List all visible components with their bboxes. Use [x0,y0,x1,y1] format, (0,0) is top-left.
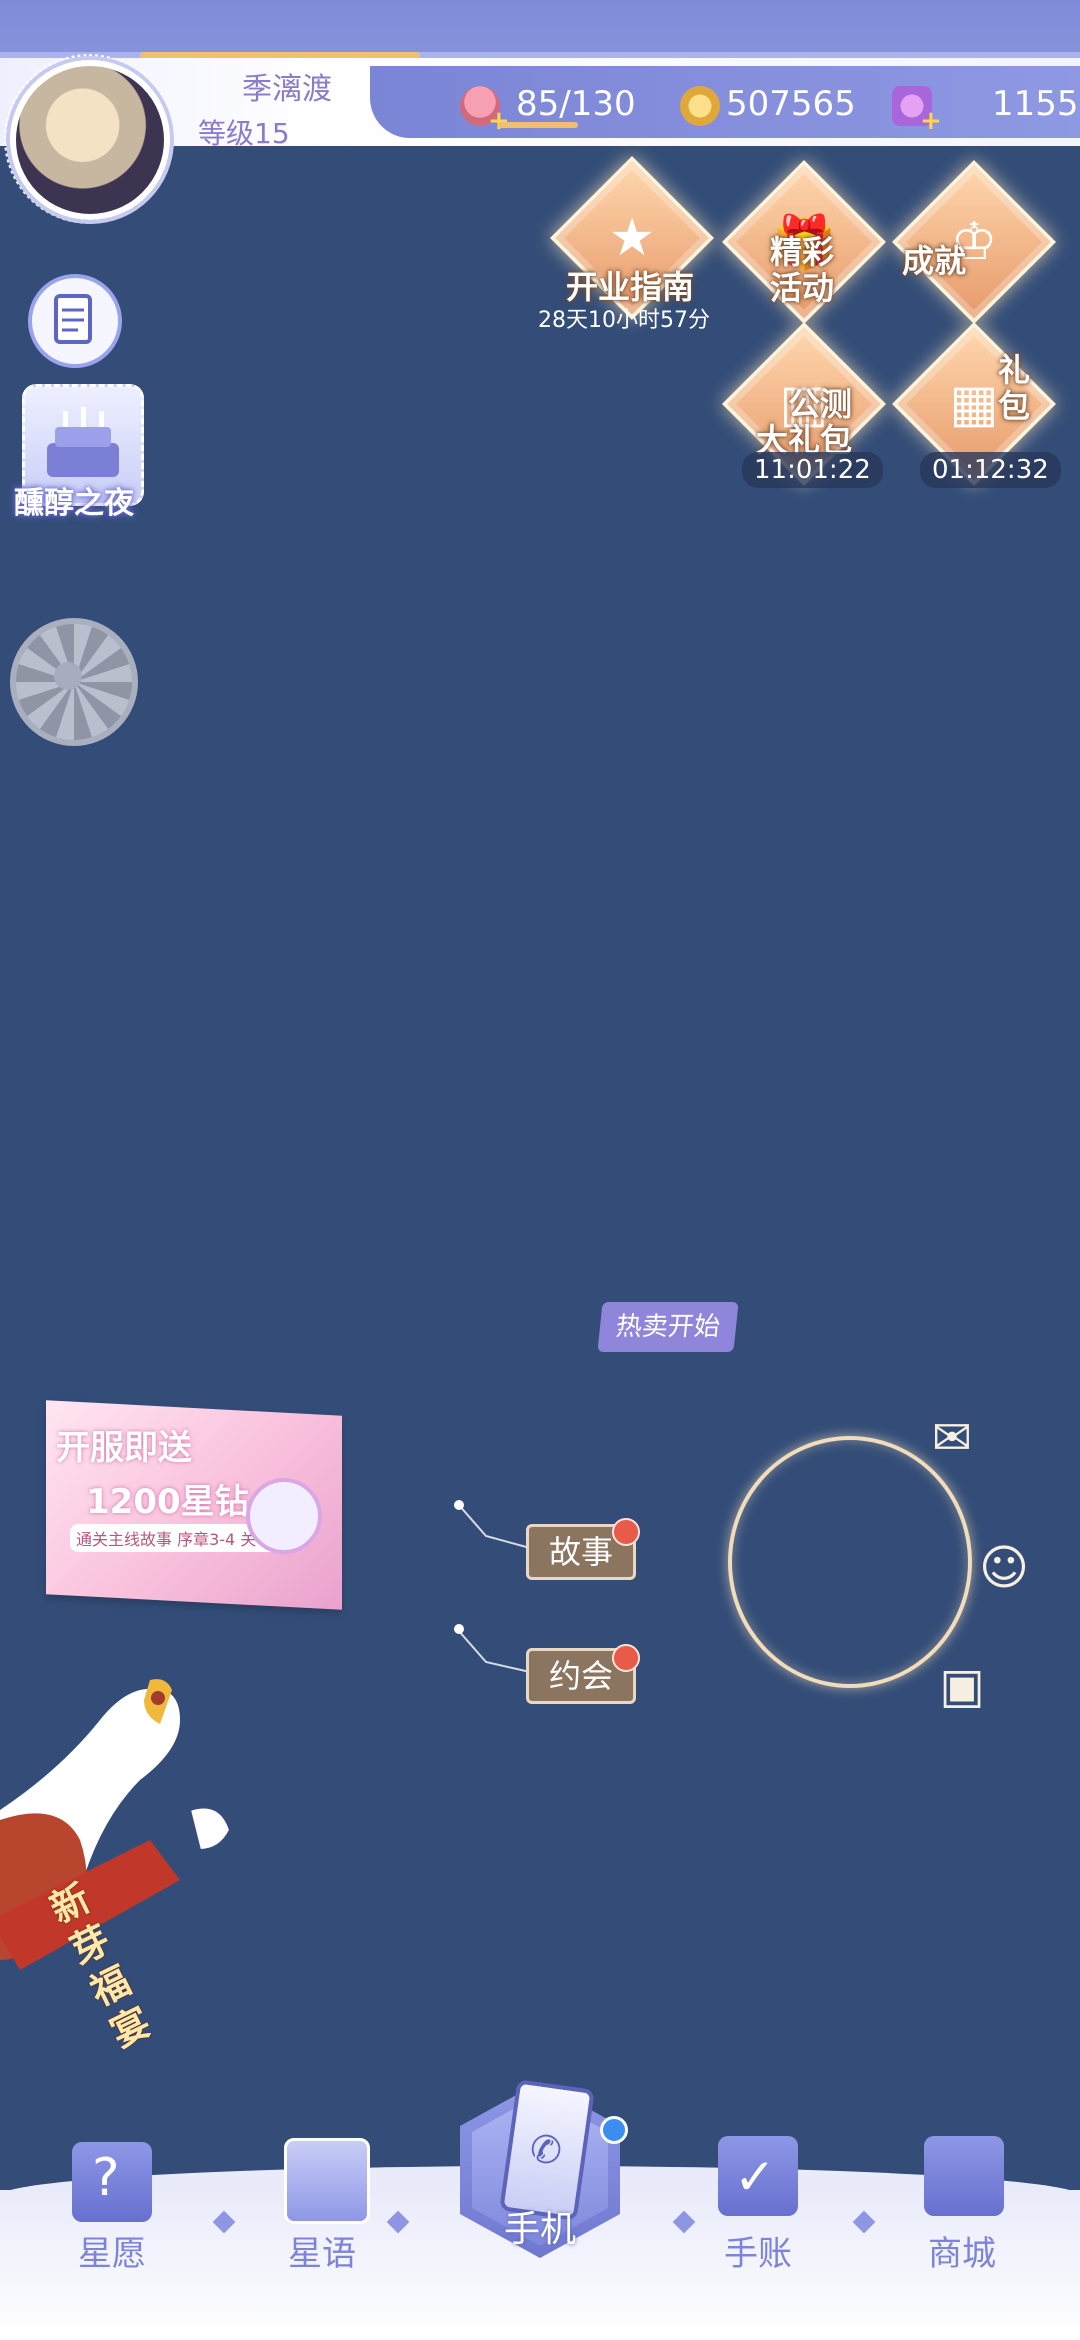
check-glyph: ✓ [734,2148,776,2206]
couple-icon[interactable]: ☺ [974,1538,1034,1598]
events-label: 精彩 活动 [770,233,835,307]
date-notification-dot [612,1644,640,1672]
stamina-value: 85/130 [516,84,636,124]
banner-reward: 1200星钻 [86,1482,249,1522]
gift-pack-timer: 01:12:32 [920,452,1061,488]
gem-value: 1155 [992,84,1079,124]
player-name: 季漓渡 [242,72,332,107]
phone-ring [728,1436,972,1688]
mail-icon[interactable]: ✉ [922,1408,982,1468]
story-notification-dot [612,1518,640,1546]
player-avatar[interactable] [10,60,170,220]
coin-value: 507565 [726,84,856,124]
add-gem-icon[interactable]: + [920,108,942,134]
memo-button[interactable] [28,274,122,368]
call-glyph: ✆ [527,2125,565,2174]
banner-title: 开服即送 [56,1428,192,1468]
gift-pack-label: 礼 包 [998,351,1031,425]
banner-swan-icon [246,1478,322,1554]
wish-star-icon[interactable]: ? [72,2142,152,2222]
node-dot [454,1500,464,1510]
nav-cards-label[interactable]: 星语 [262,2226,382,2275]
nav-wish-label[interactable]: 星愿 [52,2226,172,2275]
achievement-label: 成就 [902,242,967,280]
event-label: 醺醇之夜 [14,486,134,521]
memo-icon [54,294,92,344]
player-level: 等级15 [198,117,290,150]
shopping-bag-icon[interactable]: ▣ [932,1656,992,1716]
nav-phone-label[interactable]: 手机 [480,2200,600,2252]
hot-sale-bubble[interactable]: 热卖开始 [597,1302,739,1352]
launch-gift-timer: 11:01:22 [742,452,883,488]
spinner-icon[interactable] [10,618,138,746]
nav-journal-label[interactable]: 手账 [698,2226,818,2275]
stamina-bar [498,122,578,128]
cards-icon[interactable] [284,2138,370,2224]
top-strip [0,0,1080,58]
launch-gift-label: 公测 大礼包 [756,385,853,459]
coin-icon[interactable] [680,86,720,126]
opening-guide-timer: 28天10小时57分 [538,308,710,333]
shop-bag-icon[interactable] [924,2136,1004,2216]
nav-shop-label[interactable]: 商城 [902,2226,1022,2275]
node-dot [454,1624,464,1634]
question-glyph: ? [92,2148,120,2208]
phone-notification-dot [600,2116,628,2144]
calendar-check-icon[interactable]: ✓ [718,2136,798,2216]
